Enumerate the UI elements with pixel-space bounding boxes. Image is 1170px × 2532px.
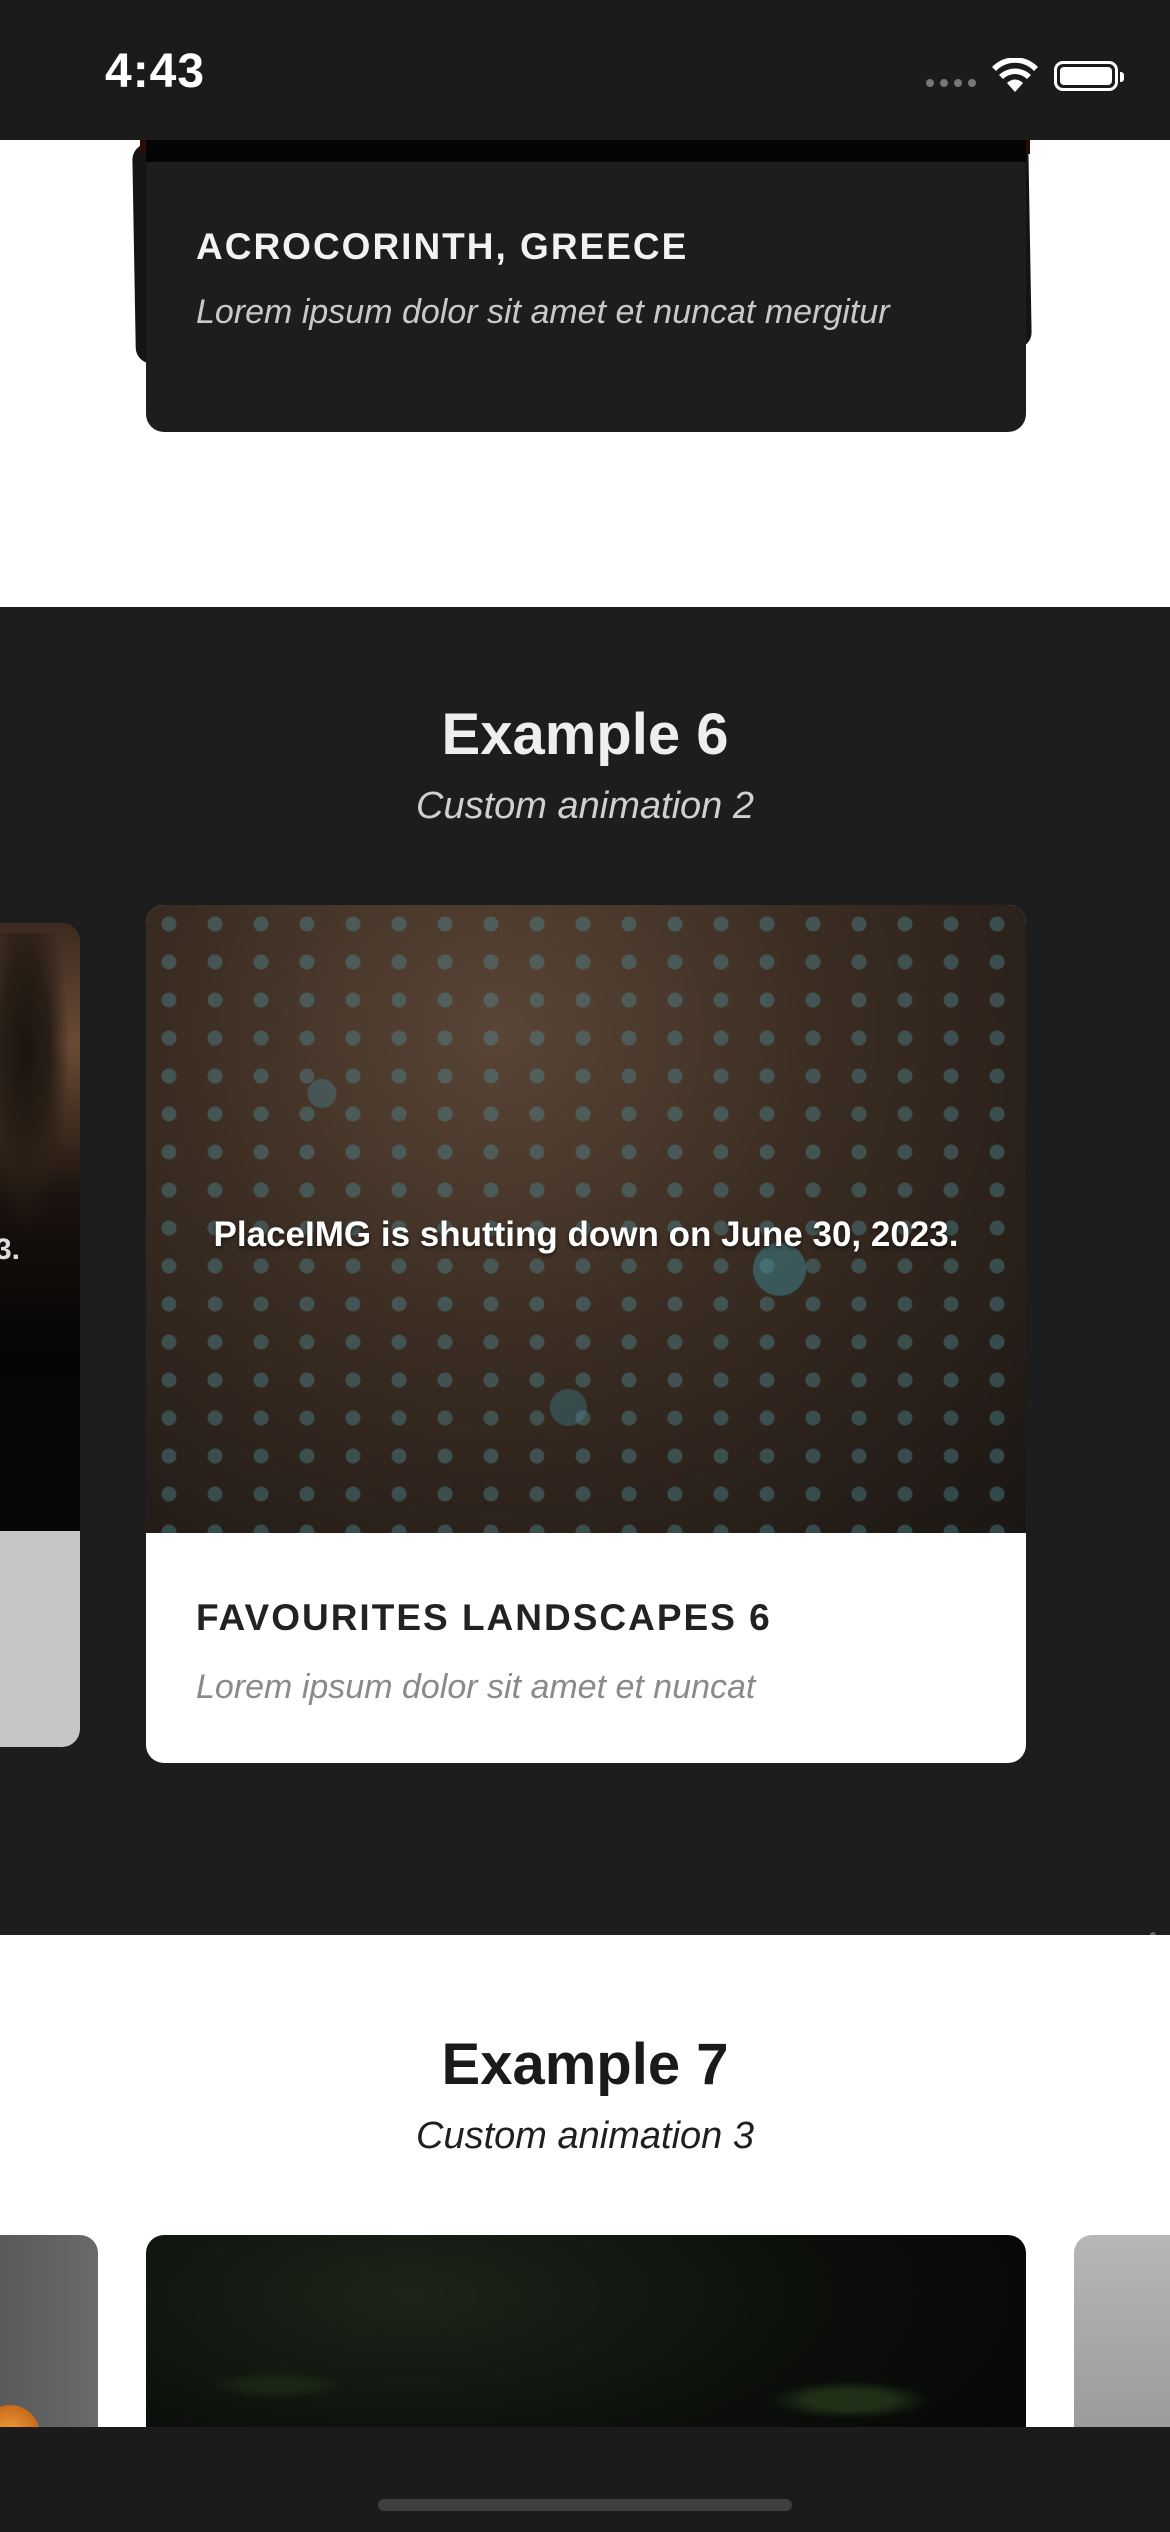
example-6-section: Example 6 Custom animation 2 3. PlaceIMG… bbox=[0, 607, 1170, 1935]
section-subtitle: Custom animation 2 bbox=[416, 785, 754, 827]
carousel-card[interactable] bbox=[146, 2235, 1026, 2427]
carousel-card-previous[interactable] bbox=[0, 2235, 98, 2427]
card-image-sun bbox=[0, 2405, 40, 2427]
card-title: ACROCORINTH, GREECE bbox=[196, 226, 689, 267]
wifi-icon bbox=[992, 58, 1038, 92]
section-subtitle: Custom animation 3 bbox=[416, 2115, 754, 2157]
carousel-card-next[interactable] bbox=[1074, 2235, 1170, 2427]
section-title: Example 7 bbox=[441, 2032, 729, 2097]
carousel-card-previous[interactable]: 3. bbox=[0, 923, 80, 1747]
example-5-section: ACROCORINTH, GREECE Lorem ipsum dolor si… bbox=[0, 128, 1170, 607]
card-image-edge bbox=[146, 140, 1026, 162]
cellular-signal-icon bbox=[926, 65, 976, 87]
carousel-card[interactable]: ACROCORINTH, GREECE Lorem ipsum dolor si… bbox=[146, 140, 1026, 432]
home-indicator[interactable] bbox=[378, 2499, 792, 2511]
card-title: FAVOURITES LANDSCAPES 6 bbox=[196, 1597, 772, 1638]
status-icons bbox=[926, 54, 1124, 98]
carousel-card[interactable]: PlaceIMG is shutting down on June 30, 20… bbox=[146, 905, 1026, 1763]
home-bar bbox=[0, 2427, 1170, 2532]
card-image-caption: 3. bbox=[0, 1233, 20, 1266]
card-footer bbox=[0, 1531, 80, 1747]
status-bar: 4:43 bbox=[0, 0, 1170, 140]
card-body: FAVOURITES LANDSCAPES 6 Lorem ipsum dolo… bbox=[146, 1533, 1026, 1763]
card-description: Lorem ipsum dolor sit amet et nuncat bbox=[196, 1668, 756, 1706]
section-title: Example 6 bbox=[441, 702, 729, 767]
battery-icon bbox=[1054, 61, 1124, 91]
card-description: Lorem ipsum dolor sit amet et nuncat mer… bbox=[196, 293, 890, 331]
status-time: 4:43 bbox=[105, 45, 206, 98]
image-notice-text: PlaceIMG is shutting down on June 30, 20… bbox=[213, 1215, 959, 1254]
tree-silhouette bbox=[0, 933, 70, 1233]
card-image bbox=[0, 923, 80, 1531]
example-7-section: Example 7 Custom animation 3 bbox=[0, 1935, 1170, 2427]
